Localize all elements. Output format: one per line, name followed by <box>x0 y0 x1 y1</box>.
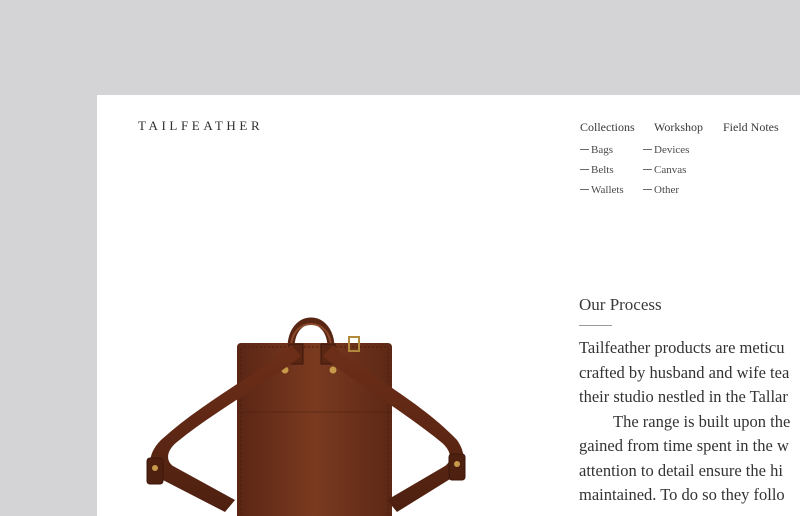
dash-icon <box>580 148 589 150</box>
nav-workshop[interactable]: Workshop <box>654 120 703 135</box>
title-divider <box>579 325 612 326</box>
subnav-devices[interactable]: Devices <box>643 144 689 156</box>
text-line: their studio nestled in the Tallar <box>579 387 788 406</box>
subnav-other[interactable]: Other <box>643 184 679 196</box>
site-page: TAILFEATHER Collections Workshop Field N… <box>97 95 800 516</box>
site-logo[interactable]: TAILFEATHER <box>138 118 263 134</box>
text-line: The range is built upon the <box>613 411 791 431</box>
dash-icon <box>643 168 652 170</box>
text-line: crafted by husband and wife tea <box>579 362 790 382</box>
nav-field-notes[interactable]: Field Notes <box>723 120 779 135</box>
text-line: maintained. To do so they follo <box>579 485 785 504</box>
process-body-text: Tailfeather products are meticu crafted … <box>579 336 800 508</box>
dash-icon <box>580 168 589 170</box>
dash-icon <box>643 148 652 150</box>
backpack-image[interactable] <box>145 300 467 516</box>
nav-collections[interactable]: Collections <box>580 120 635 135</box>
text-line: Tailfeather products are meticu <box>579 338 785 357</box>
text-line: gained from time spent in the w <box>579 436 789 455</box>
subnav-wallets[interactable]: Wallets <box>580 184 624 196</box>
dash-icon <box>643 188 652 190</box>
section-title: Our Process <box>579 295 662 314</box>
dash-icon <box>580 188 589 190</box>
subnav-belts[interactable]: Belts <box>580 164 614 176</box>
text-line: attention to detail ensure the hi <box>579 460 783 480</box>
subnav-canvas[interactable]: Canvas <box>643 164 686 176</box>
subnav-bags[interactable]: Bags <box>580 144 613 156</box>
